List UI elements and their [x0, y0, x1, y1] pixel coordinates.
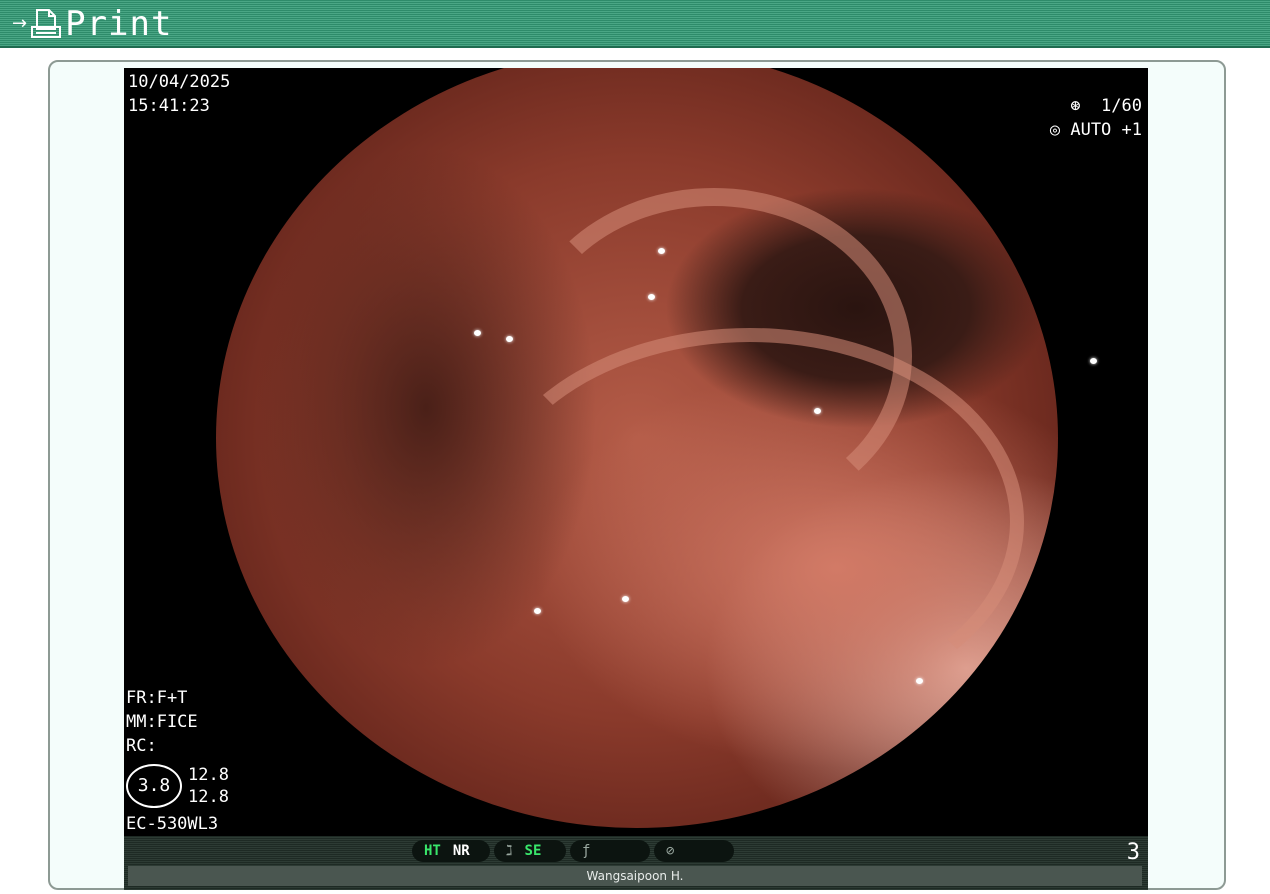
rc-setting: RC: — [126, 736, 157, 756]
mucosal-fold — [476, 328, 1024, 716]
zoom-value: 12.8 — [188, 787, 229, 807]
mm-setting: MM:FICE — [126, 712, 198, 732]
exposure-readout: ⊛ 1/60 ◎ AUTO +1 — [1050, 94, 1142, 142]
specular-highlight — [474, 330, 481, 336]
ht-nr-indicator: HT NR — [412, 840, 490, 862]
enhance-icon: ℷ — [506, 843, 513, 859]
scope-model: EC-530WL3 — [126, 814, 219, 834]
function-indicator: ƒ — [570, 840, 650, 862]
app-header: → Print — [0, 0, 1270, 48]
specular-highlight — [916, 678, 923, 684]
specular-highlight — [534, 608, 541, 614]
arrow-right-icon: → — [12, 13, 28, 34]
operator-name: Wangsaipoon H. — [128, 866, 1142, 886]
specular-highlight — [1090, 358, 1097, 364]
specular-highlight — [506, 336, 513, 342]
frame-number: 3 — [1126, 840, 1140, 865]
specular-highlight — [658, 248, 665, 254]
exam-date: 10/04/2025 — [128, 72, 231, 92]
function-icon: ƒ — [582, 843, 591, 859]
status-bar: HT NR ℷ SE ƒ ⊘ 3 Wangsaipoon H. — [124, 836, 1148, 890]
datetime-readout: 10/04/2025 15:41:23 — [128, 70, 230, 118]
print-label: Print — [65, 4, 173, 44]
zoom-indicator: 3.8 — [126, 764, 182, 808]
shutter-speed: 1/60 — [1101, 96, 1142, 116]
specular-highlight — [622, 596, 629, 602]
print-button[interactable]: → Print — [12, 4, 172, 44]
se-indicator: ℷ SE — [494, 840, 566, 862]
endoscopy-screen: 10/04/2025 15:41:23 ⊛ 1/60 ◎ AUTO +1 FR:… — [124, 68, 1148, 890]
endoscopy-image — [216, 68, 1097, 828]
settings-readout: FR:F+T MM:FICE RC: 3.8 12.8 12.8 EC-530W… — [126, 686, 229, 836]
mode-icon: ⊘ — [666, 843, 675, 859]
specular-highlight — [648, 294, 655, 300]
iris-icon: ◎ — [1049, 120, 1061, 140]
exam-time: 15:41:23 — [128, 96, 210, 116]
printer-document-icon — [31, 9, 62, 38]
iris-mode: AUTO +1 — [1070, 120, 1142, 140]
mode-indicator: ⊘ — [654, 840, 734, 862]
specular-highlight — [814, 408, 821, 414]
se-label: SE — [524, 843, 542, 859]
nr-label: NR — [452, 843, 470, 859]
ht-label: HT — [424, 843, 441, 859]
shutter-icon: ⊛ — [1070, 96, 1081, 116]
zoom-value: 12.8 — [188, 765, 229, 785]
fr-setting: FR:F+T — [126, 688, 188, 708]
